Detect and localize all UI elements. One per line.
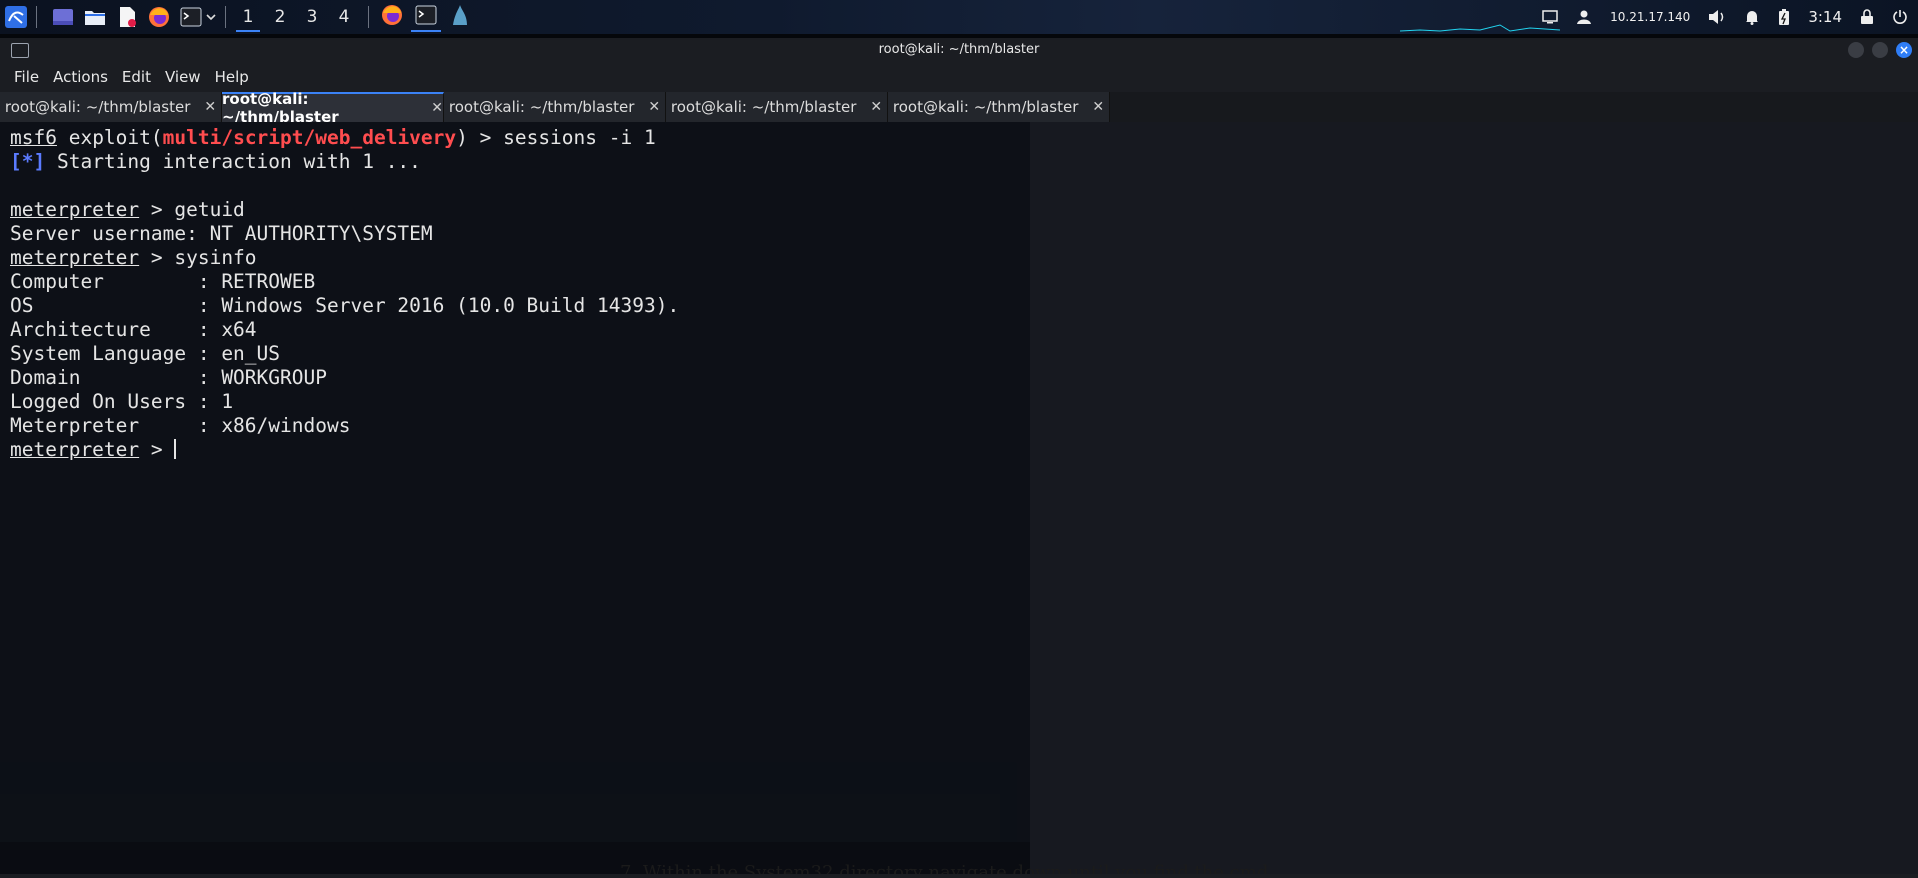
volume-icon[interactable] [1708,9,1726,25]
tab-bar: root@kali: ~/thm/blaster ✕ root@kali: ~/t… [0,90,1918,126]
close-tab-icon[interactable]: ✕ [1092,99,1104,115]
lock-icon[interactable] [1860,9,1874,25]
system-tray: 10.21.17.140 3:14 [1533,0,1918,34]
minimize-button[interactable] [1848,42,1864,58]
tab-label: root@kali: ~/thm/blaster [4,98,191,116]
clock[interactable]: 3:14 [1808,8,1842,26]
terminal-line: msf6 exploit(multi/script/web_delivery) … [10,126,656,149]
panel-separator [368,6,369,28]
window-controls: × [1840,42,1912,58]
chevron-down-icon[interactable] [205,5,217,29]
ip-address: 10.21.17.140 [1610,10,1691,24]
window-bottom-border [0,874,1918,878]
kali-icon [449,3,471,31]
tab-5[interactable]: root@kali: ~/thm/blaster ✕ [888,92,1110,122]
taskbar-terminal[interactable] [409,0,443,34]
power-icon[interactable] [1892,9,1908,25]
battery-icon[interactable] [1778,8,1790,26]
menu-actions[interactable]: Actions [53,68,108,86]
tab-4[interactable]: root@kali: ~/thm/blaster ✕ [666,92,888,122]
close-tab-icon[interactable]: ✕ [870,99,882,115]
sysinfo-line: Architecture : x64 [10,318,257,341]
sysinfo-line: Logged On Users : 1 [10,390,234,413]
menu-view[interactable]: View [165,68,201,86]
menu-bar: File Actions Edit View Help [0,62,1918,92]
terminal-icon [415,5,437,29]
workspace-1[interactable]: 1 [232,0,264,34]
display-icon[interactable] [1542,10,1558,24]
tab-label: root@kali: ~/thm/blaster [670,98,857,116]
menu-file[interactable]: File [14,68,39,86]
text-cursor [174,439,177,459]
tab-label: root@kali: ~/thm/blaster [448,98,635,116]
close-tab-icon[interactable]: ✕ [204,99,216,115]
panel-separator [225,6,226,28]
window-title: root@kali: ~/thm/blaster [878,42,1040,57]
sysinfo-line: Computer : RETROWEB [10,270,316,293]
show-desktop-icon[interactable] [51,5,75,29]
background-instruction-text: 7. Within the System32 directory navigat… [620,862,1269,874]
terminal-line: [*] Starting interaction with 1 ... [10,150,421,173]
menu-edit[interactable]: Edit [122,68,151,86]
terminal-output[interactable]: 7. Within the System32 directory navigat… [0,122,1918,874]
terminal-line: meterpreter > [10,438,177,461]
sysinfo-line: System Language : en_US [10,342,281,365]
window-titlebar[interactable]: root@kali: ~/thm/blaster × [0,38,1918,62]
workspace-2[interactable]: 2 [264,0,296,34]
workspace-3[interactable]: 3 [296,0,328,34]
output-text: Server username: NT AUTHORITY\SYSTEM [10,222,433,245]
close-button[interactable]: × [1896,42,1912,58]
prompt: msf6 [10,126,57,149]
kali-menu-icon[interactable] [4,5,28,29]
taskbar-kali-app[interactable] [443,0,477,34]
command: ) > sessions -i 1 [456,126,656,149]
sysinfo-line: Meterpreter : x86/windows [10,414,351,437]
close-tab-icon[interactable]: ✕ [648,99,660,115]
text-editor-icon[interactable] [115,5,139,29]
terminal-icon[interactable] [179,5,203,29]
tab-label: root@kali: ~/thm/blaster [892,98,1079,116]
tab-1[interactable]: root@kali: ~/thm/blaster ✕ [0,92,222,122]
taskbar-firefox[interactable] [375,0,409,34]
background-window [1030,122,1918,874]
tab-label: root@kali: ~/thm/blaster [222,90,339,126]
prompt: meterpreter [10,246,140,269]
prompt: meterpreter [10,198,140,221]
tab-3[interactable]: root@kali: ~/thm/blaster ✕ [444,92,666,122]
sysinfo-line: OS : Windows Server 2016 (10.0 Build 143… [10,294,680,317]
output-text: Starting interaction with 1 ... [45,150,421,173]
prompt: meterpreter [10,438,140,461]
info-tag: [*] [10,150,46,173]
background-vm-taskbar [0,794,1000,842]
close-tab-icon[interactable]: ✕ [431,100,443,116]
file-manager-icon[interactable] [83,5,107,29]
menu-help[interactable]: Help [215,68,249,86]
sysinfo-line: Domain : WORKGROUP [10,366,327,389]
prompt-mid: exploit( [56,126,163,149]
workspace-4[interactable]: 4 [328,0,360,34]
tab-2[interactable]: root@kali: ~/thm/blaster ✕ [222,90,444,126]
bell-icon[interactable] [1744,9,1760,25]
top-panel: 1 2 3 4 10.21.17.140 3:14 [0,0,1918,34]
maximize-button[interactable] [1872,42,1888,58]
terminal-line: meterpreter > getuid [10,198,245,221]
module-name: multi/script/web_delivery [162,126,457,149]
terminal-lines: msf6 exploit(multi/script/web_delivery) … [10,126,679,462]
firefox-icon [381,4,403,30]
firefox-icon[interactable] [147,5,171,29]
command: > sysinfo [139,246,257,269]
command: > getuid [139,198,245,221]
panel-separator [36,6,37,28]
terminal-line: meterpreter > sysinfo [10,246,257,269]
vpn-user-icon[interactable] [1576,9,1592,25]
command: > [139,438,175,461]
